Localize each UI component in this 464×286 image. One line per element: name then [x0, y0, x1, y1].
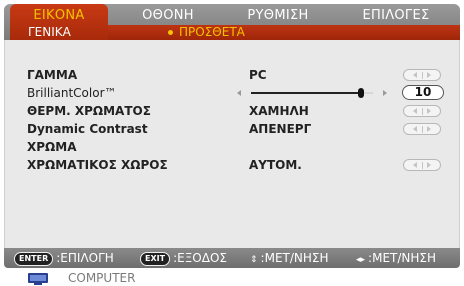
slider-left-arrow-icon[interactable] — [237, 90, 241, 96]
subtab-advanced[interactable]: ΠΡΟΣΘΕΤΑ — [168, 24, 245, 40]
settings-panel: ΓΑΜΜΑ PC BrilliantColor™ 10 ΘΕΡΜ. ΧΡΩΜΑΤ… — [4, 40, 460, 248]
setting-row-color-temp[interactable]: ΘΕΡΜ. ΧΡΩΜΑΤΟΣ ΧΑΜΗΛΗ — [5, 102, 459, 120]
subtab-advanced-label: ΠΡΟΣΘΕΤΑ — [179, 25, 245, 39]
subtab-general[interactable]: ΓΕΝΙΚΑ — [28, 24, 71, 40]
footer-leftright-label: :ΜΕΤ/ΝΗΣΗ — [368, 251, 437, 265]
footer-leftright: ◂▸:ΜΕΤ/ΝΗΣΗ — [356, 248, 436, 268]
setting-value: ΧΑΜΗΛΗ — [249, 104, 309, 118]
left-right-arrows-icon[interactable] — [403, 105, 441, 117]
setting-row-gamma[interactable]: ΓΑΜΜΑ PC — [5, 66, 459, 84]
tab-image[interactable]: ΕΙΚΟΝΑ — [10, 6, 108, 26]
slider-knob[interactable] — [358, 88, 364, 98]
setting-label: Dynamic Contrast — [27, 122, 148, 136]
up-down-arrows-icon: ⇕ — [250, 255, 258, 265]
setting-row-brilliantcolor[interactable]: BrilliantColor™ 10 — [5, 84, 459, 102]
source-bar: COMPUTER — [4, 268, 460, 286]
brilliantcolor-slider[interactable] — [237, 87, 387, 99]
footer-enter: ENTER:ΕΠΙΛΟΓΗ — [14, 248, 114, 268]
setting-label: ΧΡΩΜΑ — [27, 140, 77, 154]
tab-display[interactable]: ΟΘΟΝΗ — [122, 6, 214, 26]
tab-bar: ΕΙΚΟΝΑ ΟΘΟΝΗ ΡΥΘΜΙΣΗ ΕΠΙΛΟΓΕΣ ΓΕΝΙΚΑ ΠΡΟ… — [4, 4, 460, 40]
brilliantcolor-value: 10 — [402, 85, 444, 100]
footer-exit: EXIT:ΕΞΟΔΟΣ — [140, 248, 227, 268]
left-right-arrows-icon: ◂▸ — [356, 255, 366, 265]
setting-row-color-space[interactable]: ΧΡΩΜΑΤΙΚΟΣ ΧΩΡΟΣ ΑΥΤΟΜ. — [5, 156, 459, 174]
osd-menu: ΕΙΚΟΝΑ ΟΘΟΝΗ ΡΥΘΜΙΣΗ ΕΠΙΛΟΓΕΣ ΓΕΝΙΚΑ ΠΡΟ… — [0, 0, 464, 286]
footer-updown-label: :ΜΕΤ/ΝΗΣΗ — [260, 251, 329, 265]
exit-key-icon: EXIT — [140, 251, 171, 266]
footer-exit-label: :ΕΞΟΔΟΣ — [173, 251, 227, 265]
setting-value: ΑΠΕΝΕΡΓ — [249, 122, 312, 136]
setting-row-dynamic-contrast[interactable]: Dynamic Contrast ΑΠΕΝΕΡΓ — [5, 120, 459, 138]
left-right-arrows-icon[interactable] — [403, 123, 441, 135]
setting-label: ΧΡΩΜΑΤΙΚΟΣ ΧΩΡΟΣ — [27, 158, 168, 172]
left-right-arrows-icon[interactable] — [403, 69, 441, 81]
enter-key-icon: ENTER — [14, 251, 54, 266]
selected-dot-icon — [168, 30, 173, 35]
monitor-icon — [28, 273, 48, 285]
setting-label: BrilliantColor™ — [27, 86, 117, 100]
slider-track — [251, 88, 373, 98]
footer-updown: ⇕:ΜΕΤ/ΝΗΣΗ — [250, 248, 329, 268]
setting-value: ΑΥΤΟΜ. — [249, 158, 302, 172]
slider-fill — [251, 92, 361, 94]
source-label: COMPUTER — [68, 271, 136, 285]
left-right-arrows-icon[interactable] — [403, 159, 441, 171]
tab-options[interactable]: ΕΠΙΛΟΓΕΣ — [344, 6, 448, 26]
footer-enter-label: :ΕΠΙΛΟΓΗ — [56, 251, 114, 265]
subtab-bar — [108, 25, 460, 40]
tab-setup[interactable]: ΡΥΘΜΙΣΗ — [228, 6, 328, 26]
slider-right-arrow-icon[interactable] — [383, 90, 387, 96]
setting-row-color[interactable]: ΧΡΩΜΑ — [5, 138, 459, 156]
setting-label: ΓΑΜΜΑ — [27, 68, 78, 82]
setting-label: ΘΕΡΜ. ΧΡΩΜΑΤΟΣ — [27, 104, 151, 118]
help-footer: ENTER:ΕΠΙΛΟΓΗ EXIT:ΕΞΟΔΟΣ ⇕:ΜΕΤ/ΝΗΣΗ ◂▸:… — [4, 248, 460, 268]
setting-value: PC — [249, 68, 267, 82]
